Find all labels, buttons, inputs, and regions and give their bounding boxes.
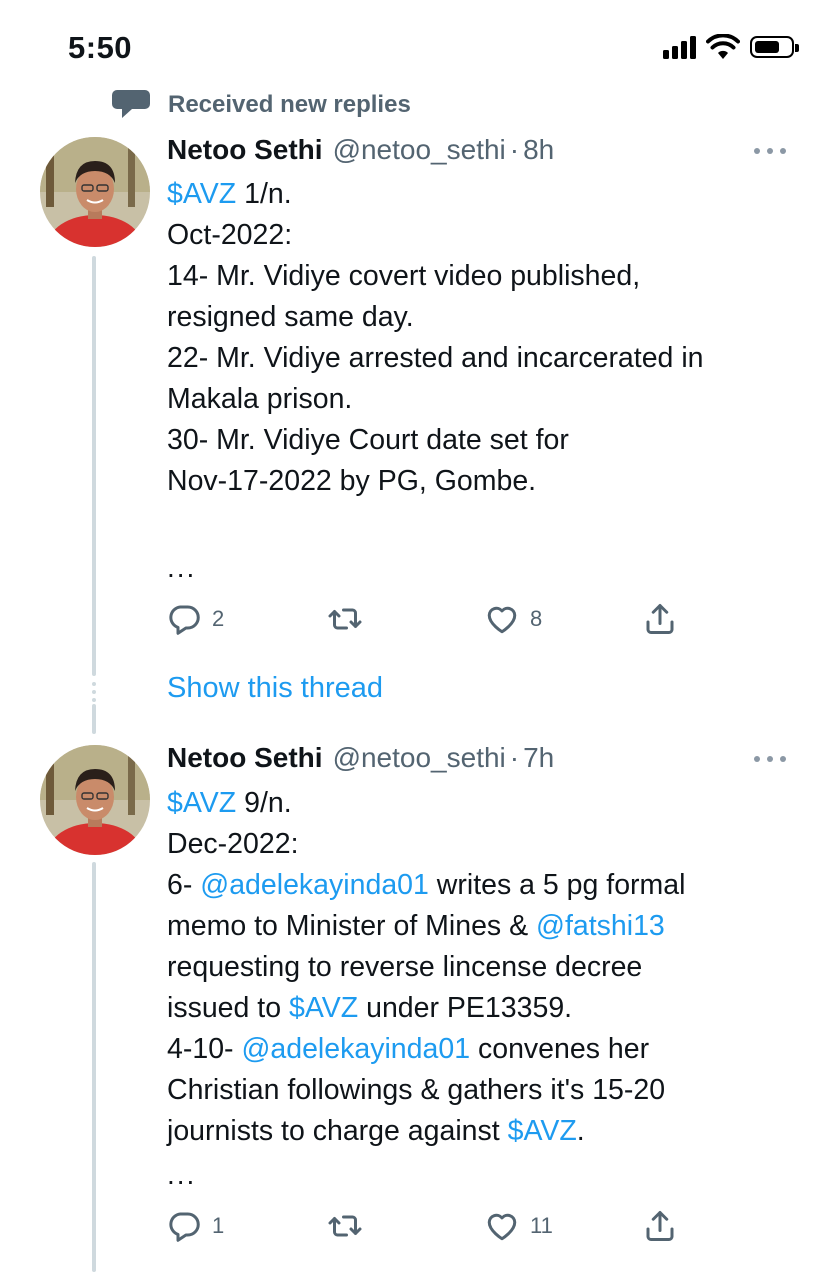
more-icon[interactable]	[754, 146, 786, 156]
wifi-icon	[706, 34, 740, 59]
reply-count: 1	[212, 1213, 225, 1238]
social-context-label: Received new replies	[168, 91, 411, 118]
mention-link[interactable]: @adelekayinda01	[200, 869, 429, 901]
tweet-header: Netoo Sethi @netoo_sethi · 8h	[167, 134, 554, 166]
tweet-actions: 2 8	[166, 601, 686, 641]
avatar[interactable]	[40, 745, 150, 855]
mention-link[interactable]: @fatshi13	[536, 910, 665, 942]
battery-icon	[750, 36, 799, 58]
tweet-time[interactable]: 7h	[523, 742, 554, 774]
status-time: 5:50	[68, 30, 133, 65]
retweet-icon	[328, 1215, 362, 1237]
truncation-ellipsis: ...	[167, 1159, 197, 1190]
thread-connector	[92, 704, 96, 734]
heart-icon	[487, 606, 517, 634]
reply-icon	[169, 1212, 200, 1242]
tweet-time[interactable]: 8h	[523, 134, 554, 166]
reply-button[interactable]: 2	[166, 601, 224, 637]
mention-link[interactable]: @adelekayinda01	[241, 1033, 470, 1065]
author-name[interactable]: Netoo Sethi	[167, 134, 323, 166]
more-icon[interactable]	[754, 754, 786, 764]
separator-dot: ·	[509, 134, 520, 165]
share-button[interactable]	[642, 601, 678, 637]
like-count: 11	[530, 1213, 553, 1238]
author-handle[interactable]: @netoo_sethi	[333, 134, 506, 166]
share-icon	[646, 604, 674, 634]
reply-button[interactable]: 1	[166, 1208, 224, 1244]
heart-icon	[487, 1213, 517, 1241]
reply-count: 2	[212, 606, 225, 631]
truncation-ellipsis: ...	[167, 552, 197, 583]
tweet-text: $AVZ 9/n. Dec-2022: 6- @adelekayinda01 w…	[167, 787, 686, 1147]
signal-icon	[663, 35, 696, 59]
share-button[interactable]	[642, 1208, 678, 1244]
cashtag-link[interactable]: $AVZ	[508, 1115, 577, 1147]
cashtag-link[interactable]: $AVZ	[289, 992, 358, 1024]
thread-gap-dots	[92, 682, 96, 706]
cashtag-link[interactable]: $AVZ	[167, 178, 236, 210]
author-handle[interactable]: @netoo_sethi	[333, 742, 506, 774]
tweet-actions: 1 11	[166, 1208, 686, 1248]
author-name[interactable]: Netoo Sethi	[167, 742, 323, 774]
like-button[interactable]: 8	[484, 601, 542, 637]
thread-connector	[92, 862, 96, 1272]
avatar[interactable]	[40, 137, 150, 247]
tweet-text: $AVZ 1/n. Oct-2022: 14- Mr. Vidiye cover…	[167, 178, 704, 497]
retweet-button[interactable]	[326, 601, 374, 637]
reply-icon	[169, 605, 200, 635]
show-thread-link[interactable]: Show this thread	[167, 672, 383, 705]
thread-connector	[92, 256, 96, 676]
social-context: Received new replies	[112, 90, 411, 120]
status-bar: 5:50	[0, 0, 828, 100]
like-button[interactable]: 11	[484, 1208, 553, 1244]
separator-dot: ·	[509, 742, 520, 773]
status-icons	[663, 34, 799, 60]
like-count: 8	[530, 606, 543, 631]
cashtag-link[interactable]: $AVZ	[167, 787, 236, 819]
retweet-icon	[328, 608, 362, 630]
share-icon	[646, 1211, 674, 1241]
retweet-button[interactable]	[326, 1208, 374, 1244]
tweet-header: Netoo Sethi @netoo_sethi · 7h	[167, 742, 554, 774]
reply-bubble-icon	[112, 90, 150, 118]
